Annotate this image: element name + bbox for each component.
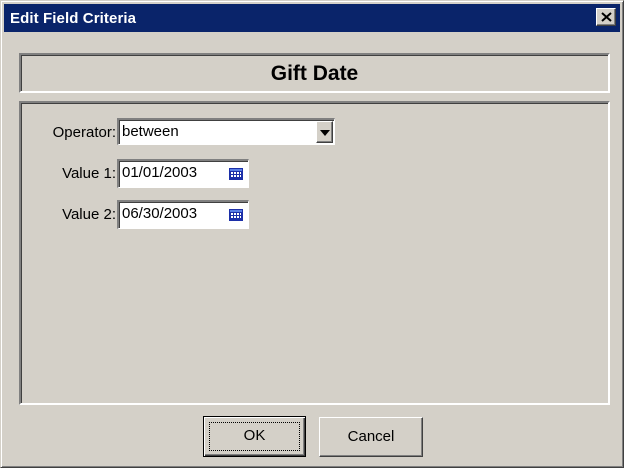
field-name-title: Gift Date bbox=[270, 62, 359, 85]
window-title: Edit Field Criteria bbox=[10, 10, 137, 27]
value2-text: 06/30/2003 bbox=[122, 205, 198, 222]
field-name-panel: Gift Date bbox=[19, 53, 610, 93]
value1-label: Value 1: bbox=[62, 165, 116, 182]
cancel-button-label: Cancel bbox=[347, 428, 395, 445]
calendar-icon[interactable] bbox=[229, 209, 243, 221]
close-icon bbox=[601, 12, 612, 22]
operator-label: Operator: bbox=[52, 124, 116, 141]
title-bar: Edit Field Criteria bbox=[4, 4, 620, 32]
operator-value: between bbox=[122, 123, 179, 140]
criteria-panel bbox=[19, 101, 610, 405]
chevron-down-icon bbox=[320, 130, 330, 136]
value2-label: Value 2: bbox=[62, 206, 116, 223]
value1-text: 01/01/2003 bbox=[122, 164, 198, 181]
operator-dropdown-button[interactable] bbox=[316, 121, 333, 143]
cancel-button[interactable]: Cancel bbox=[319, 417, 423, 457]
ok-button[interactable]: OK bbox=[203, 416, 306, 457]
ok-button-label: OK bbox=[243, 427, 266, 444]
close-button[interactable] bbox=[596, 8, 616, 26]
value1-date-field[interactable]: 01/01/2003 bbox=[117, 159, 249, 188]
operator-select[interactable]: between bbox=[117, 118, 335, 145]
value2-date-field[interactable]: 06/30/2003 bbox=[117, 200, 249, 229]
calendar-icon[interactable] bbox=[229, 168, 243, 180]
edit-field-criteria-dialog: Edit Field Criteria Gift Date Operator: … bbox=[0, 0, 624, 468]
